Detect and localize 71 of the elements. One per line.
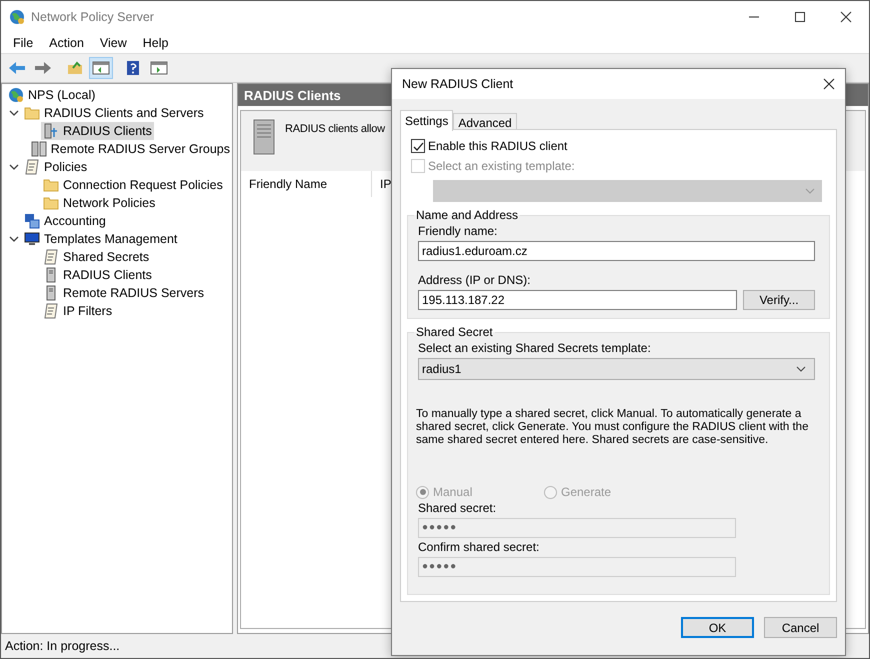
globe-icon — [9, 8, 25, 24]
menu-item[interactable]: Action — [41, 36, 92, 50]
servers-icon — [30, 141, 47, 157]
verify-button[interactable]: Verify... — [743, 290, 815, 310]
tree-item[interactable]: Connection Request Policies — [41, 176, 225, 194]
tree-item[interactable]: NPS (Local) — [6, 86, 98, 104]
group-title: Name and Address — [415, 208, 520, 222]
tree-item[interactable]: RADIUS Clients — [41, 122, 154, 140]
tree-item[interactable]: Shared Secrets — [41, 248, 152, 266]
menu-item[interactable]: View — [92, 36, 135, 50]
checkbox-label: Select an existing template: — [428, 159, 575, 173]
tree-item[interactable]: Accounting — [22, 212, 108, 230]
globe-icon — [8, 87, 24, 103]
chevron-icon — [805, 188, 815, 194]
ok-button[interactable]: OK — [681, 617, 754, 638]
forward-arrow-icon — [34, 61, 52, 75]
tree-item[interactable]: Network Policies — [41, 194, 158, 212]
friendly-name-field[interactable]: radius1.eduroam.cz — [418, 241, 815, 261]
console-tree-icon — [92, 61, 110, 75]
field-label: Address (IP or DNS): — [418, 273, 532, 287]
tree-item[interactable]: Policies — [22, 158, 90, 176]
folder-icon — [43, 177, 59, 193]
checkbox-label: Enable this RADIUS client — [428, 139, 568, 153]
secret-template-dropdown[interactable]: radius1 — [418, 358, 815, 380]
field-label: Confirm shared secret: — [418, 540, 540, 554]
back-arrow-icon — [8, 61, 26, 75]
up-folder-icon — [67, 61, 83, 75]
cancel-button[interactable]: Cancel — [764, 617, 837, 638]
address-field[interactable]: 195.113.187.22 — [418, 290, 737, 310]
menu-item[interactable]: Help — [134, 36, 176, 50]
menu-item[interactable]: File — [5, 36, 42, 50]
field-label: Select an existing Shared Secrets template: — [418, 341, 652, 355]
document-icon — [43, 303, 59, 319]
checkbox[interactable] — [411, 139, 425, 153]
windows-icon — [24, 213, 40, 229]
folder-icon — [24, 105, 40, 121]
chevron-icon[interactable] — [9, 109, 19, 117]
window-title: Network Policy Server — [31, 10, 155, 24]
close-icon[interactable] — [840, 10, 852, 22]
description-text: RADIUS clients allow — [285, 123, 385, 135]
close-icon[interactable] — [823, 78, 835, 90]
tree-item[interactable]: RADIUS Clients and Servers — [22, 104, 206, 122]
folder-icon — [43, 195, 59, 211]
group-title: Shared Secret — [415, 325, 494, 339]
tree-item[interactable]: Remote RADIUS Server Groups — [28, 140, 232, 158]
chevron-icon — [796, 366, 806, 372]
document-icon — [24, 159, 40, 175]
column-header[interactable]: Friendly Name — [241, 171, 372, 197]
tree-item[interactable]: Remote RADIUS Servers — [41, 284, 206, 302]
tree-item[interactable]: Templates Management — [22, 230, 180, 248]
action-pane-icon — [150, 61, 168, 75]
monitor-icon — [24, 231, 40, 247]
tab[interactable]: Settings — [400, 110, 454, 131]
server-icon — [43, 123, 59, 139]
help-text: To manually type a shared secret, click Manual. To automatically generate a shared secret, click Generate. You must configure the RADIUS client with the same shared secret entered here. Shared secrets are case-sensitive. — [416, 408, 810, 447]
confirm-secret-field[interactable]: ●●●●● — [418, 557, 736, 577]
chevron-icon[interactable] — [9, 235, 19, 243]
radio-label: Manual — [433, 485, 472, 499]
help-icon — [126, 60, 140, 76]
chevron-icon[interactable] — [9, 163, 19, 171]
server-icon — [253, 119, 275, 155]
console-tree-button[interactable] — [89, 57, 113, 79]
shared-secret-field[interactable]: ●●●●● — [418, 518, 736, 538]
status-text: Action: In progress... — [5, 639, 120, 653]
field-label: Friendly name: — [418, 224, 498, 238]
maximize-icon[interactable] — [794, 10, 806, 22]
tree-item[interactable]: IP Filters — [41, 302, 114, 320]
document-icon — [43, 249, 59, 265]
tree-item[interactable]: RADIUS Clients — [41, 266, 154, 284]
radio-label: Generate — [561, 485, 612, 499]
field-label: Shared secret: — [418, 501, 498, 515]
